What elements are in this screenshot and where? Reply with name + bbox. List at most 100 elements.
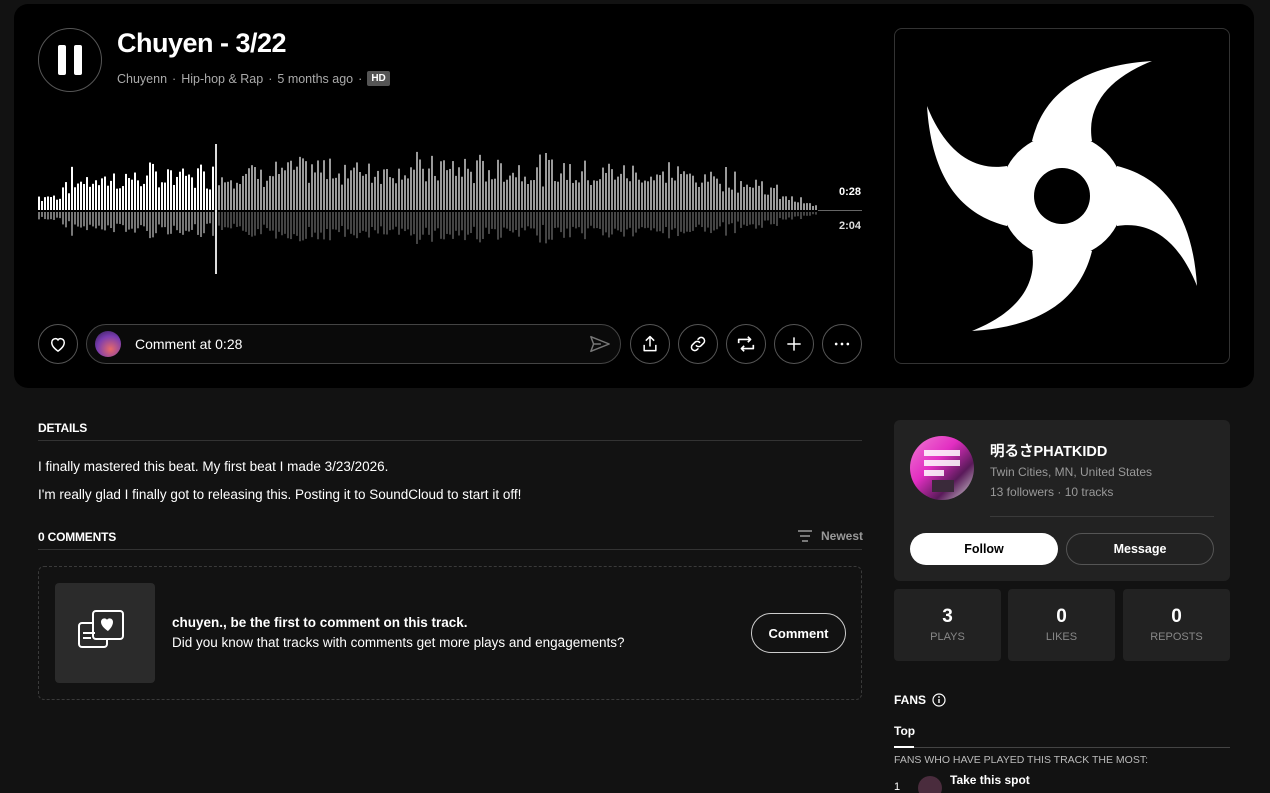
- details-heading: DETAILS: [38, 421, 88, 435]
- sort-dropdown[interactable]: Newest: [797, 529, 863, 543]
- waveform-reflection: [794, 212, 796, 217]
- message-button[interactable]: Message: [1066, 533, 1214, 565]
- waveform-bar: [344, 164, 346, 210]
- waveform-bar: [611, 169, 613, 210]
- waveform-reflection: [431, 212, 433, 242]
- share-button[interactable]: [630, 324, 670, 364]
- waveform-bar: [494, 178, 496, 210]
- waveform-bar: [80, 181, 82, 210]
- info-icon[interactable]: [932, 693, 946, 707]
- waveform-reflection: [719, 212, 721, 227]
- waveform-bar: [623, 165, 625, 210]
- comments-divider: [38, 549, 862, 550]
- waveform-reflection: [83, 212, 85, 227]
- waveform-bar: [662, 171, 664, 210]
- playhead[interactable]: [215, 144, 217, 274]
- waveform-reflection: [599, 212, 601, 229]
- waveform-reflection: [329, 212, 331, 241]
- waveform-bar: [668, 162, 670, 210]
- waveform-bar: [245, 173, 247, 210]
- waveform-reflection: [680, 212, 682, 232]
- waveform-bar: [116, 188, 118, 210]
- add-to-playlist-button[interactable]: [774, 324, 814, 364]
- waveform-bar: [347, 178, 349, 210]
- more-button[interactable]: [822, 324, 862, 364]
- waveform-bar: [620, 173, 622, 210]
- waveform-reflection: [233, 212, 235, 224]
- waveform-bar: [479, 154, 481, 210]
- comment-button[interactable]: Comment: [751, 613, 846, 653]
- waveform-reflection: [251, 212, 253, 237]
- copy-link-button[interactable]: [678, 324, 718, 364]
- waveform-reflection: [743, 212, 745, 225]
- waveform-bar: [665, 182, 667, 210]
- artist-card: 明るさPHATKIDD Twin Cities, MN, United Stat…: [894, 420, 1230, 581]
- waveform-bar: [524, 176, 526, 210]
- waveform-bar: [71, 166, 73, 210]
- tab-top[interactable]: Top: [894, 724, 915, 738]
- waveform-reflection: [500, 212, 502, 238]
- likes-stat[interactable]: 0 LIKES: [1008, 589, 1115, 661]
- genre-link[interactable]: Hip-hop & Rap: [181, 72, 263, 86]
- waveform-reflection: [578, 212, 580, 228]
- waveform-reflection: [272, 212, 274, 231]
- artist-link[interactable]: Chuyenn: [117, 72, 167, 86]
- more-icon: [834, 342, 850, 346]
- waveform-bar: [101, 178, 103, 210]
- plays-label: PLAYS: [930, 631, 965, 643]
- waveform-bar: [182, 168, 184, 210]
- user-avatar: [95, 331, 121, 357]
- waveform-reflection: [242, 212, 244, 231]
- follow-button[interactable]: Follow: [910, 533, 1058, 565]
- waveform-reflection: [182, 212, 184, 235]
- repost-button[interactable]: [726, 324, 766, 364]
- repost-icon: [737, 336, 755, 352]
- waveform-reflection: [419, 212, 421, 240]
- waveform-bar: [437, 180, 439, 210]
- waveform-bar: [122, 186, 124, 210]
- waveform-bar: [119, 188, 121, 210]
- waveform-reflection: [740, 212, 742, 228]
- artist-name[interactable]: 明るさPHATKIDD: [990, 440, 1107, 461]
- waveform-bar: [425, 181, 427, 210]
- description-line: I'm really glad I finally got to releasi…: [38, 487, 522, 502]
- shuriken-artwork: [927, 61, 1197, 331]
- waveform-reflection: [632, 212, 634, 237]
- waveform[interactable]: [38, 142, 862, 282]
- waveform-bar: [710, 171, 712, 210]
- waveform-bar: [761, 181, 763, 210]
- waveform-bar: [281, 167, 283, 210]
- waveform-bar: [251, 165, 253, 210]
- waveform-reflection: [290, 212, 292, 240]
- waveform-bar: [683, 171, 685, 210]
- waveform-bar: [38, 196, 40, 210]
- waveform-reflection: [332, 212, 334, 230]
- empty-comments: chuyen., be the first to comment on this…: [38, 566, 862, 700]
- waveform-reflection: [65, 212, 67, 228]
- heart-icon: [50, 337, 66, 352]
- like-button[interactable]: [38, 324, 78, 364]
- fans-title: FANS: [894, 693, 927, 707]
- waveform-bar: [86, 177, 88, 210]
- waveform-bar: [206, 188, 208, 210]
- artist-avatar[interactable]: [910, 436, 974, 500]
- reposts-stat[interactable]: 0 REPOSTS: [1123, 589, 1230, 661]
- waveform-reflection: [158, 212, 160, 225]
- waveform-reflection: [671, 212, 673, 230]
- waveform-reflection: [293, 212, 295, 235]
- waveform-reflection: [371, 212, 373, 227]
- comment-input[interactable]: Comment at 0:28: [86, 324, 621, 364]
- send-button[interactable]: [580, 333, 620, 355]
- waveform-reflection: [284, 212, 286, 234]
- waveform-reflection: [539, 212, 541, 243]
- waveform-bar: [542, 186, 544, 210]
- waveform-reflection: [383, 212, 385, 235]
- waveform-bar: [212, 166, 214, 210]
- track-title: Chuyen - 3/22: [117, 28, 287, 58]
- pause-button[interactable]: [38, 28, 102, 92]
- waveform-reflection: [764, 212, 766, 221]
- waveform-reflection: [185, 212, 187, 231]
- waveform-reflection: [377, 212, 379, 234]
- waveform-bar: [170, 170, 172, 210]
- waveform-reflection: [236, 212, 238, 227]
